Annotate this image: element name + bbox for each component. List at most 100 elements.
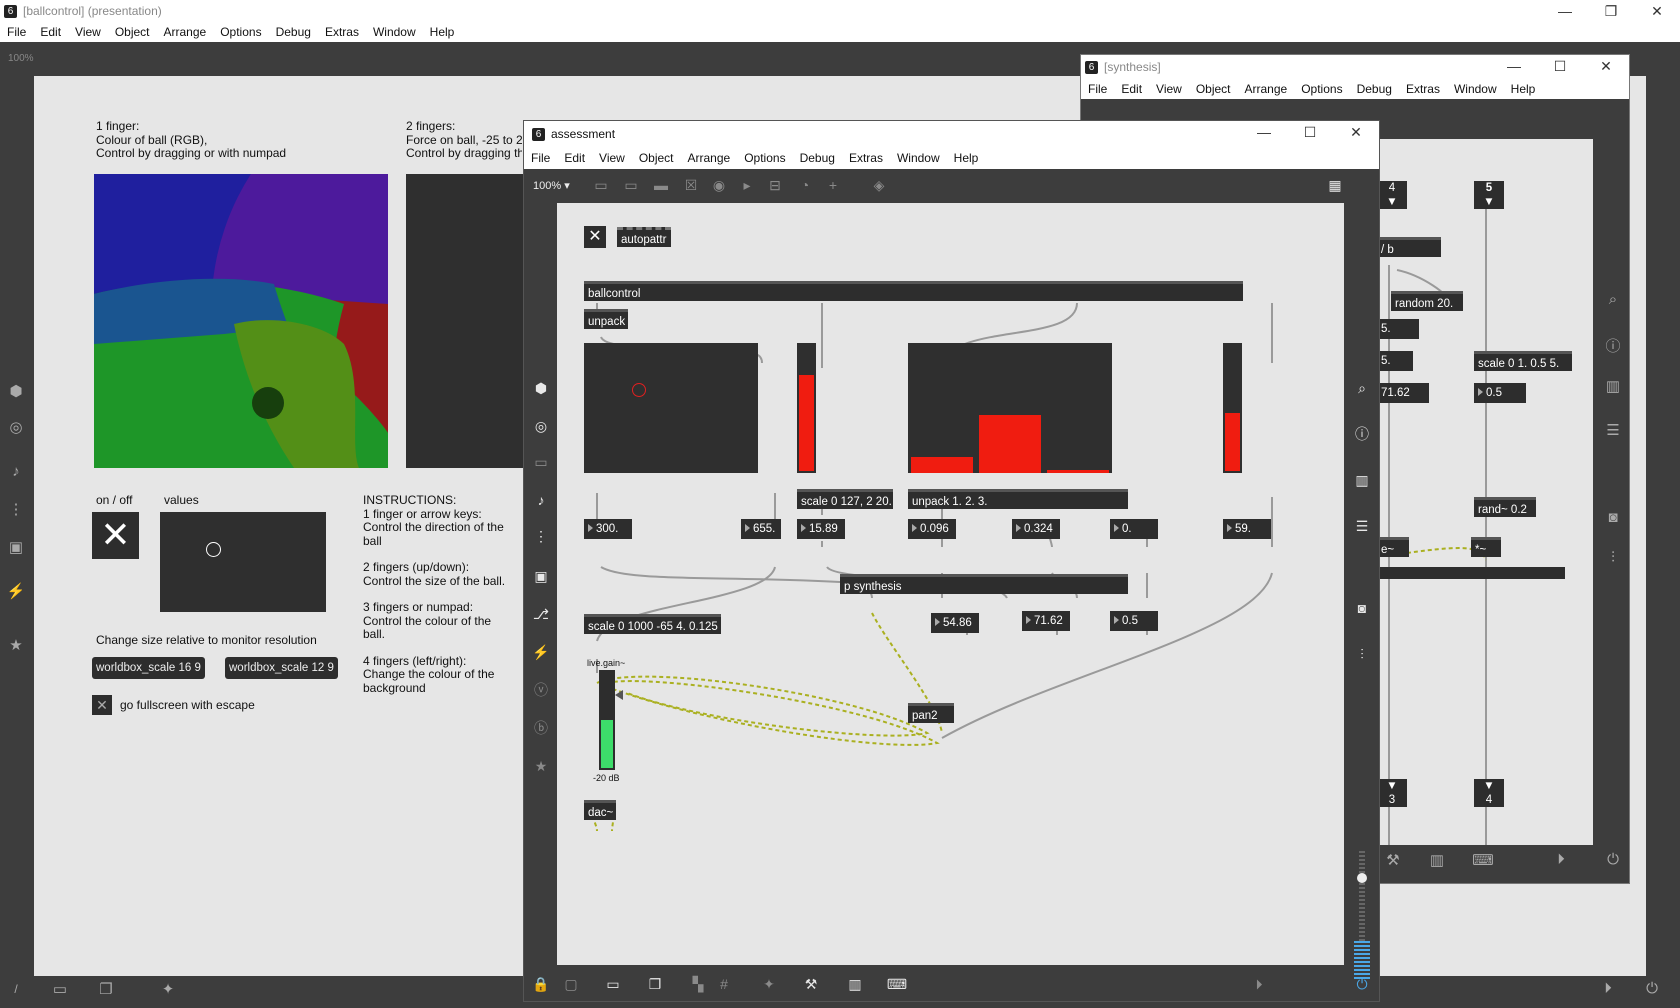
number-5a[interactable]: 5. xyxy=(1377,319,1419,339)
number-655[interactable]: 655. xyxy=(741,519,781,539)
clip-icon[interactable]: ⎇ xyxy=(530,603,552,625)
wrench-icon[interactable]: ⚒ xyxy=(1381,851,1405,869)
restore-button[interactable]: ❐ xyxy=(1588,0,1634,22)
mixer-icon[interactable]: ⫶ xyxy=(1351,643,1373,665)
menu-edit[interactable]: Edit xyxy=(557,151,592,165)
obj-scale-1000[interactable]: scale 0 1000 -65 4. 0.125 xyxy=(584,614,721,634)
menu-file[interactable]: File xyxy=(0,25,33,39)
info-icon[interactable]: ⓘ xyxy=(1351,423,1373,445)
number-300[interactable]: 300. xyxy=(584,519,632,539)
list-icon[interactable]: ☰ xyxy=(1351,515,1373,537)
force-display[interactable] xyxy=(406,174,526,468)
sequencer-icon[interactable]: ⋮ xyxy=(530,525,552,547)
fullscreen-toggle[interactable]: ✕ xyxy=(92,695,112,715)
multislider-colour[interactable] xyxy=(908,343,1112,473)
toolbar-number-icon[interactable]: ▸ xyxy=(736,174,758,196)
grid-icon[interactable]: ⋮ xyxy=(4,500,28,518)
image-icon[interactable]: ▣ xyxy=(4,538,28,556)
debug-icon[interactable]: ✦ xyxy=(156,980,180,998)
outlet-4[interactable]: ▼ 4 xyxy=(1474,779,1504,807)
zoom-dropdown[interactable]: 100% ▾ xyxy=(533,179,570,192)
panel-icon[interactable]: ▭ xyxy=(530,451,552,473)
menu-window[interactable]: Window xyxy=(890,151,947,165)
star-icon[interactable]: ★ xyxy=(4,636,28,654)
play-icon[interactable]: ⏵ xyxy=(1248,973,1270,995)
cube-icon[interactable]: ⬢ xyxy=(530,377,552,399)
toolbar-message-icon[interactable]: ▭ xyxy=(620,174,642,196)
inlet-4[interactable]: 4 ▼ xyxy=(1377,181,1407,209)
menu-help[interactable]: Help xyxy=(947,151,986,165)
star-icon[interactable]: ★ xyxy=(530,755,552,777)
ball[interactable] xyxy=(252,387,284,419)
plug-icon[interactable]: ⚡ xyxy=(530,641,552,663)
maximize-button[interactable]: ☐ xyxy=(1287,121,1333,143)
toolbar-object-icon[interactable]: ▭ xyxy=(590,174,612,196)
obj-slash-b[interactable]: / b xyxy=(1377,237,1441,257)
grid-icon[interactable]: ▦ xyxy=(1324,174,1346,196)
obj-dac[interactable]: dac~ xyxy=(584,800,616,820)
probe-icon[interactable]: ✦ xyxy=(758,973,780,995)
windows-icon[interactable]: ❐ xyxy=(94,980,118,998)
menu-file[interactable]: File xyxy=(524,151,557,165)
edit-icon[interactable]: / xyxy=(4,982,28,996)
number-59[interactable]: 59. xyxy=(1223,519,1271,539)
slider-bg[interactable] xyxy=(1223,343,1242,473)
menu-view[interactable]: View xyxy=(68,25,108,39)
toolbar-paint-icon[interactable]: ◈ xyxy=(868,174,890,196)
search-icon[interactable]: ⌕ xyxy=(1351,377,1373,399)
toolbar-slider-icon[interactable]: ⊟ xyxy=(764,174,786,196)
number-7162[interactable]: 71.62 xyxy=(1022,611,1070,631)
obj-scale[interactable]: scale 0 1. 0.5 5. xyxy=(1474,351,1572,371)
camera-icon[interactable]: ◙ xyxy=(1601,509,1625,526)
worldbox-scale-12-9-button[interactable]: worldbox_scale 12 9 xyxy=(225,657,338,679)
menu-object[interactable]: Object xyxy=(632,151,681,165)
list-icon[interactable]: ☰ xyxy=(1601,421,1625,439)
number-5486[interactable]: 54.86 xyxy=(931,613,979,633)
onoff-toggle[interactable]: ✕ xyxy=(92,512,139,559)
obj-p-synthesis[interactable]: p synthesis xyxy=(840,574,1128,594)
search-icon[interactable]: ⌕ xyxy=(1601,291,1625,308)
menu-arrange[interactable]: Arrange xyxy=(681,151,738,165)
toolbar-add-icon[interactable]: + xyxy=(822,174,844,196)
obj-random[interactable]: random 20. xyxy=(1391,291,1463,311)
menu-debug[interactable]: Debug xyxy=(269,25,318,39)
obj-unpack[interactable]: unpack xyxy=(584,309,628,329)
menu-options[interactable]: Options xyxy=(213,25,268,39)
image-icon[interactable]: ▣ xyxy=(530,565,552,587)
gain-handle[interactable] xyxy=(615,690,623,700)
number-0[interactable]: 0. xyxy=(1110,519,1158,539)
menu-extras[interactable]: Extras xyxy=(842,151,890,165)
number-7162[interactable]: 71.62 xyxy=(1377,383,1429,403)
minimize-button[interactable]: — xyxy=(1542,0,1588,22)
minimize-button[interactable]: — xyxy=(1241,121,1287,143)
number-1589[interactable]: 15.89 xyxy=(797,519,845,539)
note-icon[interactable]: ♪ xyxy=(530,489,552,511)
number-0096[interactable]: 0.096 xyxy=(908,519,956,539)
target-icon[interactable]: ◎ xyxy=(530,415,552,437)
obj-autopattr[interactable]: autopattr xyxy=(617,227,671,247)
mixer-icon[interactable]: ⫶ xyxy=(1601,549,1625,566)
camera-icon[interactable]: ◙ xyxy=(1351,597,1373,619)
toggle-button[interactable]: ✕ xyxy=(584,226,606,248)
zoom-label[interactable]: 100% xyxy=(8,53,34,64)
number-5b[interactable]: 5. xyxy=(1377,351,1413,371)
power-icon[interactable]: ⏻ xyxy=(1640,980,1664,997)
obj-bar[interactable] xyxy=(1377,567,1565,579)
obj-scale-127[interactable]: scale 0 127, 2 20. xyxy=(797,489,893,509)
worldbox-scale-16-9-button[interactable]: worldbox_scale 16 9 xyxy=(92,657,205,679)
obj-ballcontrol[interactable]: ballcontrol xyxy=(584,281,1243,301)
menu-extras[interactable]: Extras xyxy=(318,25,366,39)
keyboard-icon[interactable]: ⌨ xyxy=(1471,851,1495,869)
wrench-icon[interactable]: ⚒ xyxy=(800,973,822,995)
menu-view[interactable]: View xyxy=(592,151,632,165)
windows-icon[interactable]: ❐ xyxy=(644,973,666,995)
toolbar-dial-icon[interactable]: ◔ xyxy=(794,174,816,196)
inlet-5[interactable]: 5 ▼ xyxy=(1474,181,1504,209)
book-icon[interactable]: ▥ xyxy=(1351,469,1373,491)
slider-size[interactable] xyxy=(797,343,816,473)
book-icon[interactable]: ▥ xyxy=(1601,377,1625,395)
outlet-3[interactable]: ▼ 3 xyxy=(1377,779,1407,807)
colour-display[interactable] xyxy=(94,174,388,468)
obj-pan2[interactable]: pan2 xyxy=(908,703,954,723)
obj-unpack-123[interactable]: unpack 1. 2. 3. xyxy=(908,489,1128,509)
